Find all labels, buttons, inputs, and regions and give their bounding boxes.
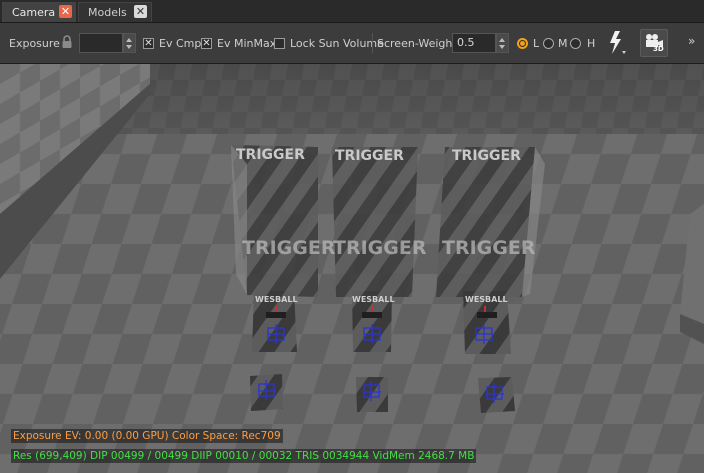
quality-label-l: L [533,37,540,50]
render-stats: Res (699,409) DIP 00499 / 00499 DIIP 000… [11,449,477,463]
exposure-status: Exposure EV: 0.00 (0.00 GPU) Color Space… [11,429,283,443]
lock-icon[interactable] [61,35,73,52]
close-icon[interactable]: ✕ [134,5,147,18]
screen-weight-spinner[interactable] [496,33,509,53]
toolbar-divider [372,33,373,53]
trigger-label: TRIGGER [333,237,427,259]
prop-box-small [478,377,515,413]
quality-label-h: H [587,37,596,50]
trigger-volume: TRIGGER TRIGGER [436,147,545,297]
trigger-label: TRIGGER [242,237,336,259]
lightning-icon[interactable] [606,30,628,59]
quality-label-m: M [558,37,568,50]
trigger-label: TRIGGER [236,147,305,163]
camera-mode-button[interactable]: 3D [640,29,668,57]
ev-cmp-label: Ev Cmp [159,37,202,50]
prop-box-small [250,374,283,411]
ev-cmp-checkbox[interactable]: ✕ [143,38,154,49]
lock-sun-volume-label: Lock Sun Volume [290,37,384,50]
tab-models[interactable]: Models ✕ [78,2,152,22]
trigger-label: TRIGGER [335,148,404,164]
prop-label: WESBALL [255,295,298,304]
quality-radio-m[interactable] [543,38,554,49]
prop-box-small [356,377,388,412]
trigger-volume: TRIGGER TRIGGER [332,147,427,297]
tab-camera-label: Camera [12,6,56,19]
overflow-chevron-icon[interactable]: » [688,34,695,48]
tab-bar: Camera ✕ Models ✕ [0,0,704,23]
prop-box: WESBALL [463,291,511,354]
screen-weight-input[interactable]: 0.5 [452,33,496,53]
prop-label: WESBALL [465,295,508,304]
ev-minmax-label: Ev MinMax [217,37,277,50]
quality-radio-h[interactable] [570,38,581,49]
scene-render: TRIGGER TRIGGER TRIGGER TRIGGER TRIGGER … [0,64,704,473]
close-icon[interactable]: ✕ [59,5,72,18]
camera-toolbar: Exposure ✕ Ev Cmp ✕ Ev MinMax Lock Sun V… [0,23,704,64]
trigger-label: TRIGGER [452,148,521,164]
camera-mode-label: 3D [653,45,664,53]
tab-models-label: Models [88,6,127,19]
exposure-spinner[interactable] [123,33,136,53]
screen-weight-label: Screen-Weight [377,37,457,50]
quality-radio-l[interactable] [517,38,528,49]
lock-sun-volume-checkbox[interactable] [274,38,285,49]
prop-box: WESBALL [252,291,298,352]
exposure-input[interactable] [79,33,123,53]
exposure-label: Exposure [9,37,60,50]
ev-minmax-checkbox[interactable]: ✕ [201,38,212,49]
tab-camera[interactable]: Camera ✕ [2,2,76,22]
trigger-label: TRIGGER [442,237,536,259]
3d-viewport[interactable]: TRIGGER TRIGGER TRIGGER TRIGGER TRIGGER … [0,64,704,473]
prop-box: WESBALL [352,291,395,352]
prop-label: WESBALL [352,295,395,304]
